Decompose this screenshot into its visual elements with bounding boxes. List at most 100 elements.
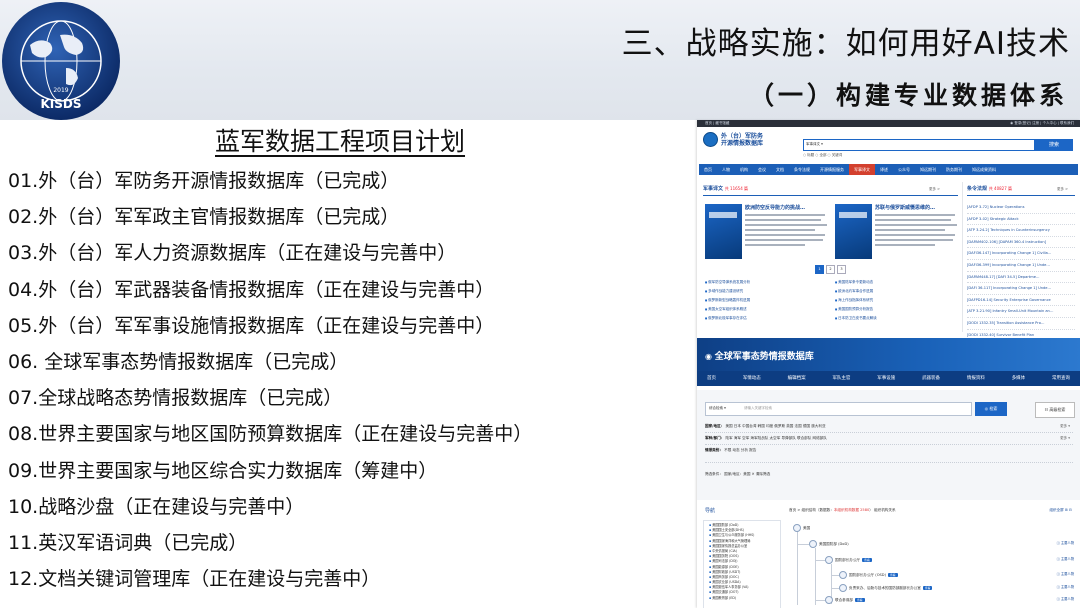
list-item[interactable]: [DAPAM402-106] [DAPAM 360-4 Instruction] <box>967 237 1075 249</box>
database-title: 全球军事态势情报数据库 <box>705 349 814 362</box>
list-item[interactable]: 俄军防空导弹系统发展分析 <box>705 278 830 287</box>
filter-values[interactable]: 不限 动态 分析 报告 <box>724 448 756 452</box>
list-item: 10.战略沙盘（正在建设与完善中） <box>8 495 305 518</box>
plan-title: 蓝军数据工程项目计划 <box>215 127 466 156</box>
list-item[interactable]: [ATP 3-24.2] Techniques in Counterinsurg… <box>967 225 1075 237</box>
nav-item[interactable]: 防务期刊 <box>941 164 967 175</box>
org-node[interactable]: 国防部长办公厅 (OSD) 查看 <box>839 571 898 579</box>
filter-row-country: 国家/地区： 美国 日本 中国台湾 韩国 印度 俄罗斯 英国 法国 德国 澳大利… <box>705 424 826 429</box>
advanced-search-button[interactable]: ☷ 高级检索 <box>1035 402 1075 418</box>
search-filter-area: 综合检索 ▾ 请输入关键字检索 ◎ 检索 ☷ 高级检索 国家/地区： 美国 日本… <box>697 390 1080 500</box>
list-item[interactable]: 美国陆军条令更新动态 <box>835 278 960 287</box>
list-item[interactable]: [DAFI 36-117] Incorporating Change 1] Un… <box>967 283 1075 295</box>
nav-item[interactable]: 军队主官 <box>832 371 850 386</box>
breadcrumb-count: 本组织机构数据 2580 <box>833 508 870 512</box>
nav-item[interactable]: 机构 <box>735 164 753 175</box>
search-options[interactable]: ○ 标题 ○ 全部 ○ 关键词 <box>803 153 842 158</box>
page-button[interactable]: 1 <box>815 265 824 274</box>
site-search-input[interactable]: 军事译文 ▾ <box>803 139 1035 151</box>
nav-item[interactable]: 编辑档案 <box>788 371 806 386</box>
site2-search-button[interactable]: ◎ 检索 <box>975 402 1007 416</box>
org-node[interactable]: 联合参谋部 查看 <box>825 596 865 604</box>
person-link[interactable]: 主要人物 <box>1057 571 1074 576</box>
page-button[interactable]: 2 <box>826 265 835 274</box>
list-item[interactable]: 海上作战指挥体系研究 <box>835 296 960 305</box>
topbar-right[interactable]: ◉ 登录(登记) 注册 | 个人中心 | 联系我们 <box>1010 120 1074 127</box>
org-node[interactable]: 美国国防部 (DoD) <box>809 540 849 548</box>
nav-item[interactable]: 首页 <box>699 164 717 175</box>
list-item[interactable]: [AFDP 3-72] Nuclear Operations <box>967 202 1075 214</box>
list-item[interactable]: [ATP 3-21.90] Infantry Small-Unit Mounta… <box>967 306 1075 318</box>
person-link[interactable]: 主要人物 <box>1057 556 1074 561</box>
person-link[interactable]: 主要人物 <box>1057 540 1074 545</box>
nav-item[interactable]: 开源情报服务 <box>815 164 849 175</box>
nav-item[interactable]: 人物 <box>717 164 735 175</box>
org-node[interactable]: 国防部长办公厅 查看 <box>825 556 872 564</box>
nav-item[interactable]: 知远成果资料 <box>967 164 1001 175</box>
view-tag[interactable]: 查看 <box>922 586 933 590</box>
list-item[interactable]: 俄罗斯北极军事存在评估 <box>705 314 830 323</box>
more-link[interactable]: 更多 > <box>1057 187 1068 192</box>
site-logo-icon <box>703 132 718 147</box>
filter-values[interactable]: 陆军 海军 空军 海军陆战队 太空军 导弹部队 联合部队 网络部队 <box>725 436 826 440</box>
nav-item[interactable]: 会议 <box>753 164 771 175</box>
list-item[interactable]: [DAPAM448-17] [DAFI 34-5] Departme… <box>967 272 1075 284</box>
filter-values[interactable]: 美国 日本 中国台湾 韩国 印度 俄罗斯 英国 法国 德国 澳大利亚 <box>725 424 825 428</box>
more-link[interactable]: 更多 > <box>929 187 940 192</box>
more-link[interactable]: 更多 ▾ <box>1060 436 1070 441</box>
site-search-button[interactable]: 搜索 <box>1035 139 1073 151</box>
nav-item[interactable]: 知远期刊 <box>915 164 941 175</box>
list-item[interactable]: 日本防卫白皮书要点解读 <box>835 314 960 323</box>
list-item[interactable]: 俄罗斯新型战略轰炸机进展 <box>705 296 830 305</box>
list-item[interactable]: [AFDP 3-02] Strategic Attack <box>967 214 1075 226</box>
org-node[interactable]: 负责采办、后勤与技术的国防部副部长办公室 查看 <box>839 584 933 592</box>
person-link[interactable]: 主要人物 <box>1057 584 1074 589</box>
site-brand[interactable]: 外（台）军防务 开源情报数据库 <box>703 132 763 147</box>
nav-item[interactable]: 文档 <box>771 164 789 175</box>
tree-line <box>815 600 825 601</box>
search-type-select[interactable]: 综合检索 ▾ <box>709 406 726 411</box>
nav-item[interactable]: 军情动态 <box>743 371 761 386</box>
list-item[interactable]: [DAFI36-147] Incorporating Change 1] Civ… <box>967 248 1075 260</box>
filter-row-service: 军种/部门： 陆军 海军 空军 海军陆战队 太空军 导弹部队 联合部队 网络部队 <box>705 436 827 441</box>
nav-item[interactable]: 公众号 <box>893 164 915 175</box>
list-item[interactable]: [DAFI36-399] Incorporating Change 1] Und… <box>967 260 1075 272</box>
breadcrumb-suffix: ） 组织机构关系 <box>869 508 896 512</box>
view-tag[interactable]: 查看 <box>854 598 865 602</box>
tree-item[interactable]: 美国教育部 (ED) <box>709 596 778 601</box>
nav-item[interactable]: 首页 <box>707 371 716 386</box>
nav-item[interactable]: 条令法规 <box>789 164 815 175</box>
institute-logo: 2019 KISDS <box>0 0 122 122</box>
breadcrumb: 首页 > 组织结构（数据数：本组织机构数据 2580） 组织机构关系 <box>789 508 896 513</box>
nav-item[interactable]: 军事设施 <box>877 371 895 386</box>
fullscreen-toggle[interactable]: 组织全屏 ⊞ ⊟ <box>1049 508 1072 513</box>
selected-values[interactable]: 国家/地区：美国 ✕ 清除筛选 <box>724 472 770 476</box>
nav-item[interactable]: 军事译文 <box>849 164 875 175</box>
divider <box>703 195 958 196</box>
nav-item[interactable]: 武器装备 <box>922 371 940 386</box>
list-item: 06. 全球军事态势情报数据库（已完成） <box>8 350 349 373</box>
nav-item[interactable]: 译述 <box>875 164 893 175</box>
site2-search-input[interactable]: 综合检索 ▾ 请输入关键字检索 <box>705 402 972 416</box>
list-item[interactable]: 欧洲北约军事合作进展 <box>835 287 960 296</box>
search-category-select[interactable]: 军事译文 ▾ <box>806 142 823 147</box>
view-tag[interactable]: 查看 <box>887 573 898 577</box>
section-title-regulations: 条令法规 共 40827 篇 <box>967 185 1012 192</box>
org-tree[interactable]: 美国国防部 (DoD)美国国土安全部(DHS)美国卫生与公众服务部 (HHS)美… <box>703 520 781 608</box>
person-link[interactable]: 主要人物 <box>1057 596 1074 601</box>
nav-item[interactable]: 常用查询 <box>1052 371 1070 386</box>
article-card[interactable]: 欧洲防空反导能力的挑战… <box>705 204 830 264</box>
list-item[interactable]: [DAFPD16-14] Security Enterprise Governa… <box>967 295 1075 307</box>
more-link[interactable]: 更多 ▾ <box>1060 424 1070 429</box>
page-button[interactable]: 3 <box>837 265 846 274</box>
list-item[interactable]: 美国太空军组织体系概述 <box>705 305 830 314</box>
list-item[interactable]: 多域作战能力建设研究 <box>705 287 830 296</box>
topbar-left[interactable]: 首页 | 藏书馆藏 <box>705 121 729 125</box>
view-tag[interactable]: 查看 <box>862 558 872 562</box>
org-node[interactable]: 美国 <box>793 524 810 532</box>
nav-item[interactable]: 情报资料 <box>967 371 985 386</box>
nav-item[interactable]: 多媒体 <box>1012 371 1026 386</box>
list-item[interactable]: [DODI 1332.35] Transition Assistance Pro… <box>967 318 1075 330</box>
list-item[interactable]: 美国国防预算分析报告 <box>835 305 960 314</box>
article-card[interactable]: 苏联与俄罗斯威慑思维的… <box>835 204 960 264</box>
